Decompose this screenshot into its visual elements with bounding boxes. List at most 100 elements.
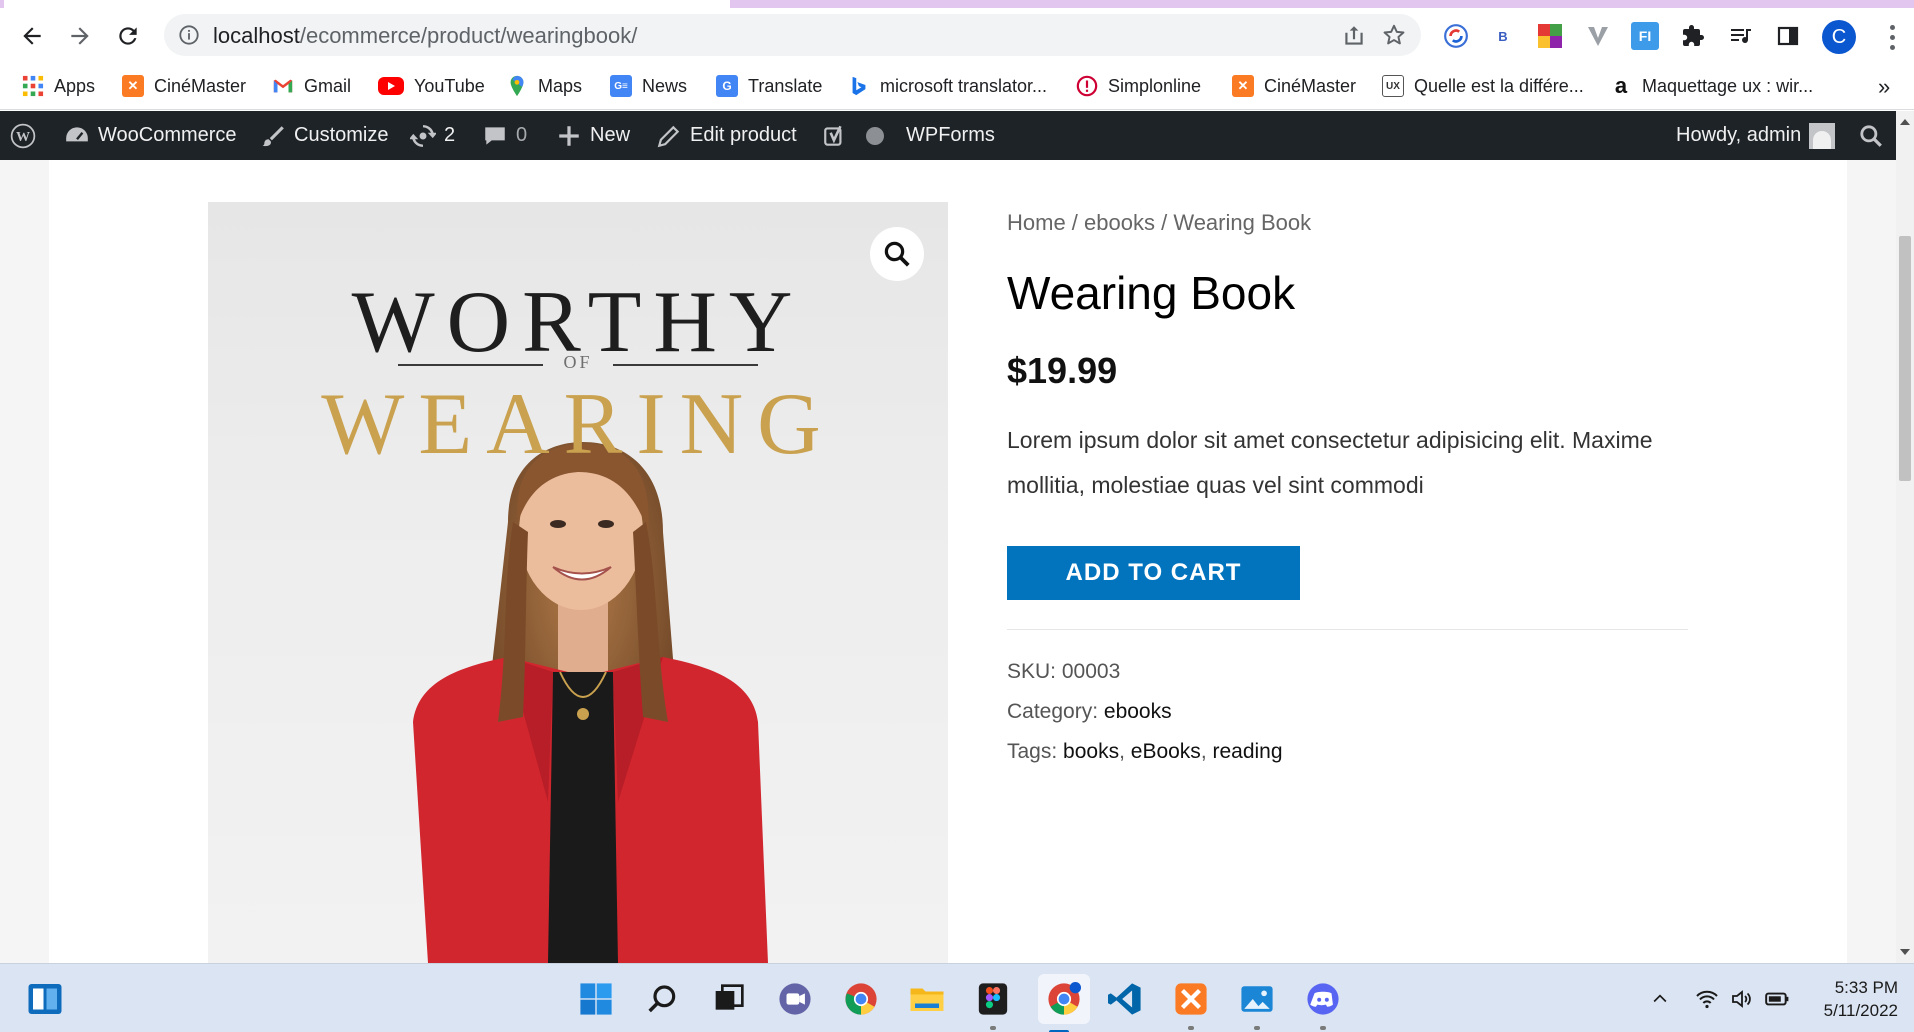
bookmark-maquettage[interactable]: a Maquettage ux : wir... [1610, 72, 1813, 100]
news-icon: G≡ [610, 75, 632, 97]
xampp-icon: ✕ [1232, 75, 1254, 97]
scroll-up-arrow-icon[interactable] [1900, 119, 1910, 125]
bookmark-label: Maps [538, 75, 583, 96]
tag-link[interactable]: reading [1212, 740, 1282, 763]
chrome-profile-icon[interactable] [1038, 974, 1090, 1032]
chrome-icon[interactable] [840, 978, 882, 1020]
bookmark-gmail[interactable]: Gmail [272, 72, 351, 100]
cover-rule-right [613, 364, 758, 366]
bookmark-maps[interactable]: Maps [506, 72, 582, 100]
wp-wpforms[interactable]: WPForms [906, 111, 995, 160]
bookmark-youtube[interactable]: YouTube [378, 72, 485, 100]
wp-updates[interactable]: 2 [410, 111, 455, 160]
breadcrumb-home-link[interactable]: Home [1007, 210, 1066, 235]
clock-date: 5/11/2022 [1823, 1001, 1898, 1020]
file-explorer-icon[interactable] [906, 978, 948, 1020]
more-bookmarks-icon[interactable]: » [1878, 74, 1890, 100]
colorful-ext-icon[interactable] [1536, 22, 1564, 50]
b-ext-icon[interactable]: B [1489, 22, 1517, 50]
image-zoom-button[interactable] [870, 227, 924, 281]
meta-divider [1007, 629, 1688, 630]
media-list-icon[interactable] [1727, 22, 1755, 50]
bookmark-news[interactable]: G≡ News [610, 72, 687, 100]
bookmark-label: microsoft translator... [880, 75, 1048, 96]
v-ext-icon[interactable] [1584, 22, 1612, 50]
wp-site-name-label: WooCommerce [98, 124, 237, 146]
xampp-icon[interactable] [1170, 978, 1212, 1030]
vscode-icon[interactable] [1104, 978, 1146, 1020]
product-image[interactable]: WORTHY OF WEARING [208, 202, 948, 963]
widgets-icon[interactable] [24, 978, 66, 1020]
site-info-icon[interactable] [178, 24, 200, 46]
wp-comments[interactable]: 0 [482, 111, 527, 160]
bookmark-star-icon[interactable] [1381, 22, 1407, 48]
profile-avatar[interactable]: C [1822, 20, 1856, 54]
puzzle-icon[interactable] [1679, 22, 1707, 50]
bookmark-quelle-est[interactable]: UX Quelle est la différe... [1382, 72, 1584, 100]
tab-strip-background [730, 0, 1914, 8]
tag-link[interactable]: books [1063, 740, 1119, 763]
xampp-icon: ✕ [122, 75, 144, 97]
category-label: Category: [1007, 700, 1099, 723]
task-view-icon[interactable] [708, 978, 750, 1020]
bookmark-simplonline[interactable]: Simplonline [1076, 72, 1201, 100]
bookmark-apps[interactable]: Apps [22, 72, 95, 100]
bookmark-label: Simplonline [1108, 75, 1202, 96]
product-tags: Tags: books, eBooks, reading [1007, 740, 1283, 763]
product-short-description: Lorem ipsum dolor sit amet consectetur a… [1007, 427, 1653, 498]
bookmark-cinemaster-2[interactable]: ✕ CinéMaster [1232, 72, 1356, 100]
search-icon [1860, 124, 1882, 147]
address-bar[interactable]: localhost/ecommerce/product/wearingbook/ [164, 14, 1421, 56]
windows-taskbar: 5:33 PM 5/11/2022 [0, 963, 1914, 1032]
url-text[interactable]: localhost/ecommerce/product/wearingbook/ [213, 23, 637, 49]
battery-icon[interactable] [1762, 984, 1792, 1014]
photos-icon[interactable] [1236, 978, 1278, 1030]
bookmark-label: Gmail [304, 75, 352, 96]
teams-chat-icon[interactable] [774, 978, 816, 1020]
pencil-icon [657, 125, 680, 147]
youtube-icon [378, 77, 404, 95]
start-icon[interactable] [575, 978, 617, 1020]
bookmark-label: Quelle est la différe... [1414, 75, 1584, 96]
discord-icon[interactable] [1302, 978, 1344, 1030]
wp-edit-product[interactable]: Edit product [656, 111, 797, 160]
wp-yoast-seo[interactable] [822, 111, 884, 160]
volume-icon[interactable] [1727, 984, 1757, 1014]
wp-customize-label: Customize [294, 124, 389, 146]
system-clock[interactable]: 5:33 PM 5/11/2022 [1798, 976, 1898, 1022]
tag-link[interactable]: eBooks [1131, 740, 1201, 763]
yoast-icon [824, 125, 842, 146]
wp-my-account[interactable]: Howdy, admin [1676, 111, 1836, 160]
reload-button[interactable] [110, 18, 146, 54]
bookmark-translate[interactable]: G Translate [716, 72, 822, 100]
page-scrollbar[interactable] [1896, 111, 1914, 963]
share-icon[interactable] [1341, 23, 1367, 49]
svg-text:W: W [16, 128, 30, 144]
bookmark-cinemaster[interactable]: ✕ CinéMaster [122, 72, 246, 100]
add-to-cart-button[interactable]: ADD TO CART [1007, 546, 1300, 600]
side-panel-icon[interactable] [1774, 22, 1802, 50]
translator-ext-icon[interactable] [1442, 22, 1470, 50]
wp-wpforms-label: WPForms [906, 124, 995, 146]
back-button[interactable] [14, 18, 50, 54]
fi-ext-icon[interactable]: FI [1631, 22, 1659, 50]
seo-status-dot-icon [866, 126, 884, 145]
wp-customize[interactable]: Customize [260, 111, 388, 160]
breadcrumb-category-link[interactable]: ebooks [1084, 210, 1155, 235]
wifi-icon[interactable] [1692, 984, 1722, 1014]
search-icon[interactable] [642, 978, 684, 1020]
category-link[interactable]: ebooks [1104, 700, 1172, 723]
wordpress-icon: W [10, 123, 36, 148]
scrollbar-thumb[interactable] [1899, 236, 1911, 481]
wp-search[interactable] [1858, 111, 1884, 160]
show-hidden-icons-chevron-up-icon[interactable] [1648, 984, 1672, 1014]
bookmark-microsoft-translator[interactable]: microsoft translator... [848, 72, 1047, 100]
browser-menu-icon[interactable] [1882, 22, 1902, 52]
forward-button[interactable] [62, 18, 98, 54]
wp-site-name[interactable]: WooCommerce [64, 111, 237, 160]
wp-logo-menu[interactable]: W [10, 111, 36, 160]
scroll-down-arrow-icon[interactable] [1900, 949, 1910, 955]
translate-icon: G [716, 75, 738, 97]
figma-icon[interactable] [972, 978, 1014, 1030]
wp-new-content[interactable]: New [556, 111, 630, 160]
